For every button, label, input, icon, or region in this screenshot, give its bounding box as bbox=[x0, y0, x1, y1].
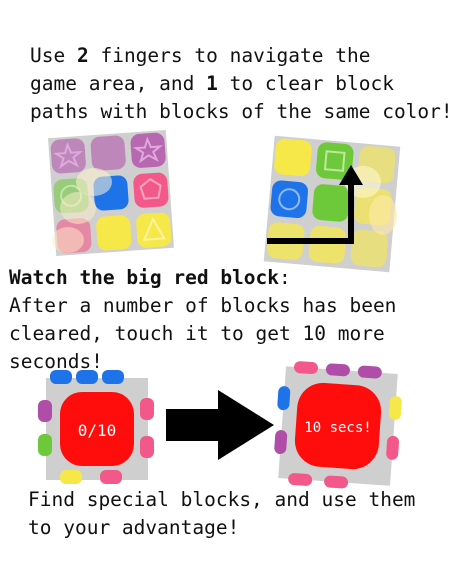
red-block-bonus-illustration: 10 secs! bbox=[274, 361, 402, 489]
special-line-1: Find special blocks, and use them bbox=[28, 488, 416, 511]
red-block-bonus-label: 10 secs! bbox=[304, 420, 371, 436]
watch-heading: Watch the big red block: bbox=[9, 266, 291, 289]
right-arrow-icon bbox=[166, 390, 274, 460]
red-block-counter-illustration: 0/10 bbox=[38, 370, 154, 484]
one-finger-path-illustration bbox=[263, 135, 401, 273]
intro-line-1: Use 2 fingers to navigate the bbox=[30, 44, 371, 67]
special-line-2: to your advantage! bbox=[28, 516, 240, 539]
finger-touch-icon bbox=[60, 192, 96, 224]
watch-line-3: cleared, touch it to get 10 more bbox=[9, 322, 385, 345]
watch-line-2: After a number of blocks has been bbox=[9, 294, 397, 317]
intro-text: Use 2 fingers to navigate the game area,… bbox=[30, 42, 449, 126]
intro-line-3: paths with blocks of the same color! bbox=[30, 100, 449, 123]
finger-touch-icon bbox=[76, 168, 112, 196]
red-block-counter-label: 0/10 bbox=[78, 421, 117, 440]
special-blocks-text: Find special blocks, and use them to you… bbox=[28, 486, 415, 542]
watch-text: Watch the big red block: After a number … bbox=[9, 264, 396, 376]
two-finger-navigation-illustration bbox=[48, 130, 174, 256]
finger-touch-icon bbox=[52, 227, 84, 253]
intro-line-2: game area, and 1 to clear block bbox=[30, 72, 394, 95]
finger-touch-icon bbox=[369, 195, 397, 235]
